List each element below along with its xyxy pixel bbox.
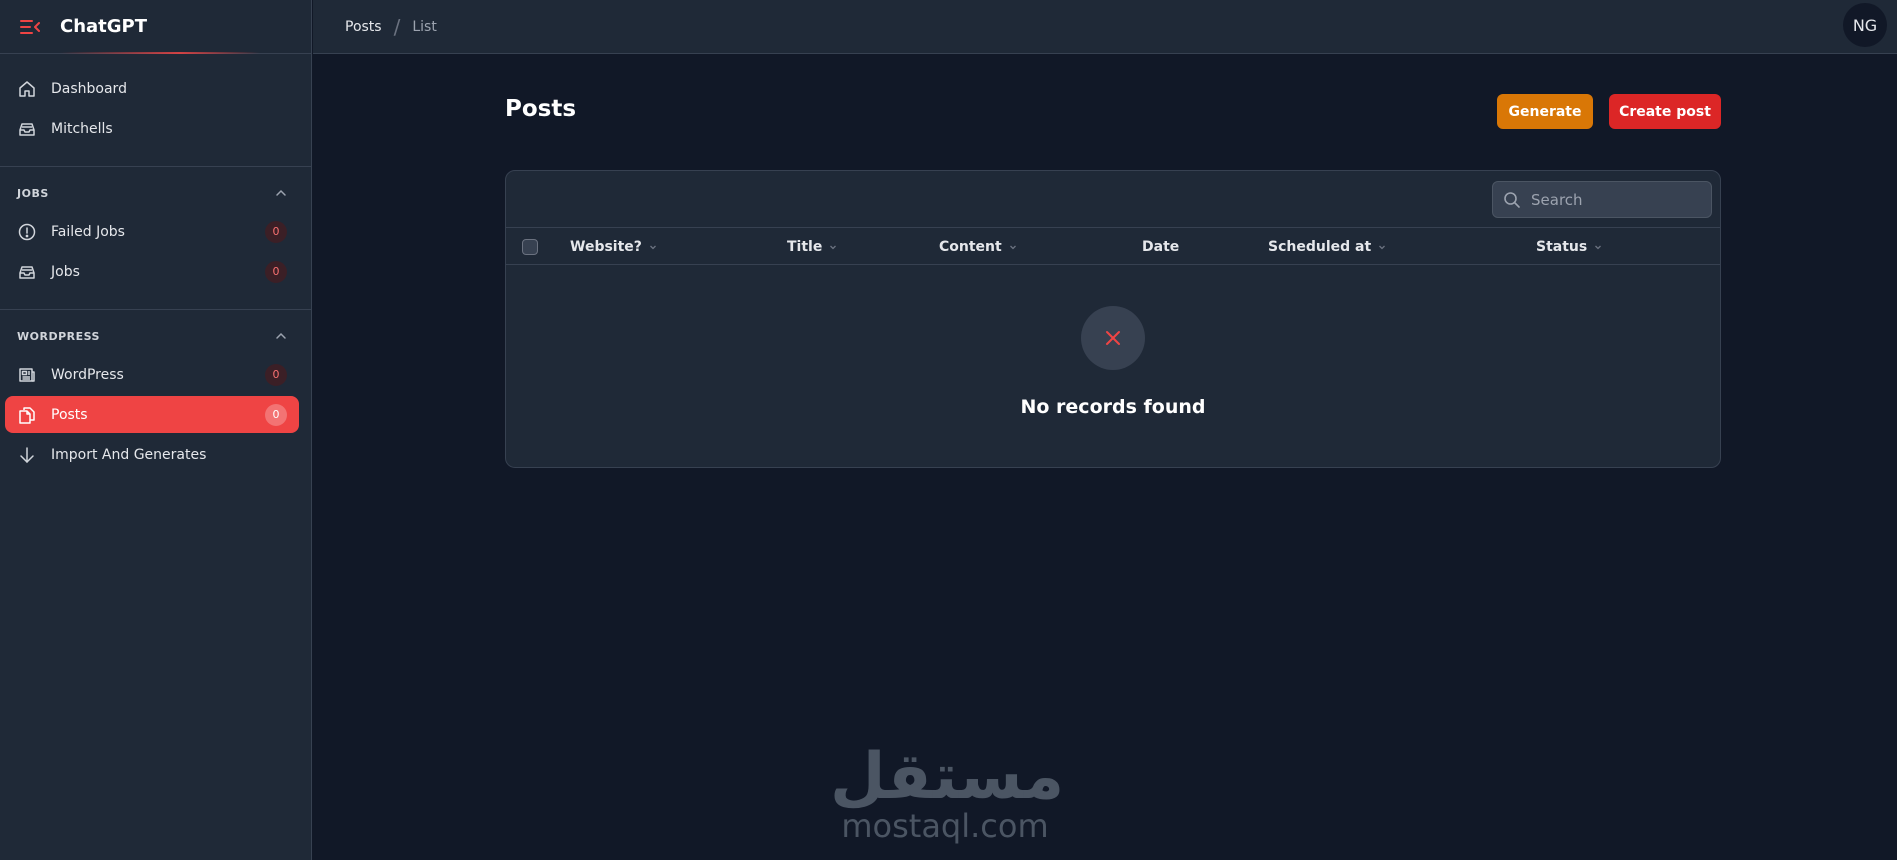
count-badge: 0: [265, 220, 287, 243]
column-header-status[interactable]: Status: [1536, 228, 1603, 265]
sidebar-item-failed-jobs[interactable]: Failed Jobs 0: [5, 213, 299, 250]
empty-state-icon-wrap: [1081, 306, 1145, 370]
chevron-down-icon: [1379, 245, 1386, 249]
x-mark-icon: [1106, 331, 1120, 345]
posts-table: Website? Title Content Date Scheduled at…: [505, 170, 1721, 468]
chevron-down-icon: [649, 245, 656, 249]
sidebar-item-posts[interactable]: Posts 0: [5, 396, 299, 433]
sidebar-item-label: Mitchells: [51, 120, 113, 137]
topbar: Posts / List NG: [313, 0, 1897, 54]
table-toolbar: [506, 171, 1720, 228]
sidebar-item-wordpress[interactable]: WordPress 0: [5, 356, 299, 393]
chevron-down-icon: [1595, 245, 1602, 249]
sidebar-item-label: Jobs: [51, 263, 80, 280]
count-badge: 0: [265, 363, 287, 386]
column-label: Website?: [570, 238, 642, 255]
sidebar-item-label: Posts: [51, 406, 88, 423]
breadcrumb-list: List: [412, 18, 437, 35]
group-label: JOBS: [17, 186, 49, 200]
nav-group-jobs: JOBS Failed Jobs 0 Jobs 0: [0, 167, 311, 310]
sidebar: ChatGPT Dashboard Mitchells JOBS Failed …: [0, 0, 312, 860]
home-icon: [19, 80, 35, 97]
search-box[interactable]: [1492, 181, 1712, 218]
table-header: Website? Title Content Date Scheduled at…: [506, 228, 1720, 265]
sidebar-item-label: Dashboard: [51, 80, 127, 97]
user-avatar[interactable]: NG: [1843, 3, 1887, 47]
watermark-arabic: مستقل: [830, 740, 1065, 814]
exclamation-circle-icon: [18, 223, 36, 240]
count-badge: 0: [265, 403, 287, 426]
brand-header: ChatGPT: [0, 0, 311, 54]
app-title[interactable]: ChatGPT: [60, 16, 147, 37]
chevron-down-icon: [830, 245, 837, 249]
column-header-title[interactable]: Title: [787, 228, 838, 265]
inbox-stack-icon: [19, 265, 35, 279]
sidebar-item-mitchells[interactable]: Mitchells: [5, 110, 299, 147]
group-label: WORDPRESS: [17, 329, 100, 343]
search-input[interactable]: [1531, 190, 1701, 209]
chevron-up-icon[interactable]: [275, 330, 287, 342]
breadcrumb-separator: /: [393, 14, 401, 39]
count-badge: 0: [265, 260, 287, 283]
column-label: Date: [1142, 238, 1180, 255]
column-header-date: Date: [1142, 228, 1179, 265]
group-header-wordpress[interactable]: WORDPRESS: [5, 326, 299, 346]
nav-group-wordpress: WORDPRESS WordPress 0 Posts 0 Import And…: [0, 310, 311, 492]
breadcrumb-posts[interactable]: Posts: [345, 19, 382, 35]
menu-collapse-icon[interactable]: [20, 19, 40, 34]
column-label: Status: [1536, 238, 1588, 255]
column-label: Title: [787, 238, 823, 255]
column-label: Content: [939, 238, 1002, 255]
empty-state-text: No records found: [1020, 396, 1206, 418]
column-header-content[interactable]: Content: [939, 228, 1018, 265]
watermark-latin: mostaql.com: [841, 807, 1049, 845]
chevron-down-icon: [1009, 245, 1016, 249]
arrow-down-icon: [20, 446, 34, 463]
column-header-website[interactable]: Website?: [570, 228, 658, 265]
generate-button[interactable]: Generate: [1497, 94, 1593, 129]
inbox-stack-icon: [19, 122, 35, 136]
page-title: Posts: [505, 96, 577, 122]
select-all-checkbox[interactable]: [522, 239, 538, 255]
search-icon: [1504, 191, 1520, 208]
sidebar-item-label: Import And Generates: [51, 446, 207, 463]
create-post-button[interactable]: Create post: [1609, 94, 1721, 129]
group-header-jobs[interactable]: JOBS: [5, 183, 299, 203]
chevron-up-icon[interactable]: [275, 187, 287, 199]
newspaper-icon: [19, 367, 35, 382]
sidebar-item-label: WordPress: [51, 366, 124, 383]
sidebar-item-dashboard[interactable]: Dashboard: [5, 70, 299, 107]
watermark: مستقل mostaql.com: [830, 740, 1065, 845]
document-duplicate-icon: [19, 406, 35, 424]
column-label: Scheduled at: [1268, 238, 1372, 255]
nav-group-main: Dashboard Mitchells: [0, 54, 311, 167]
sidebar-item-import-and-generates[interactable]: Import And Generates: [5, 436, 299, 473]
sidebar-item-label: Failed Jobs: [51, 223, 125, 240]
sidebar-item-jobs[interactable]: Jobs 0: [5, 253, 299, 290]
column-header-scheduled-at[interactable]: Scheduled at: [1268, 228, 1387, 265]
